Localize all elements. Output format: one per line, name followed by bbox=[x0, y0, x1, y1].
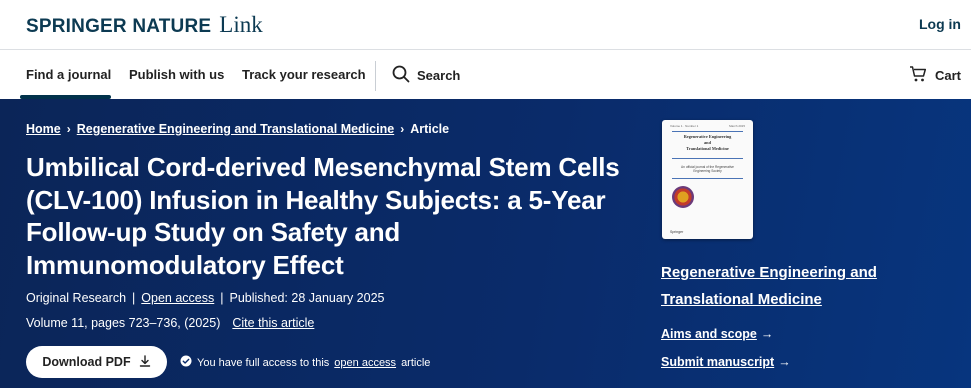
nav-track-research[interactable]: Track your research bbox=[242, 67, 366, 82]
meta-separator: | bbox=[220, 291, 224, 305]
cart-label: Cart bbox=[934, 68, 961, 83]
cover-subtitle: An official journal of the Regenerative … bbox=[681, 165, 734, 174]
breadcrumb-home[interactable]: Home bbox=[26, 122, 61, 136]
cart-icon bbox=[909, 65, 927, 86]
published-date: Published: 28 January 2025 bbox=[229, 291, 385, 305]
access-notice: You have full access to this open access… bbox=[180, 355, 430, 370]
cover-rule bbox=[672, 131, 743, 132]
open-access-link[interactable]: Open access bbox=[141, 291, 214, 305]
arrow-right-icon: → bbox=[760, 327, 774, 341]
cover-header-left: Volume 1 · Number 1 bbox=[670, 124, 699, 128]
logo-brand-text: SPRINGER NATURE bbox=[26, 16, 212, 37]
logo-product-text: Link bbox=[219, 12, 263, 37]
article-meta: Original Research | Open access | Publis… bbox=[26, 291, 385, 305]
search-button[interactable]: Search bbox=[392, 65, 460, 86]
article-type: Original Research bbox=[26, 291, 127, 305]
breadcrumb: Home › Regenerative Engineering and Tran… bbox=[26, 122, 449, 136]
nav-publish-with-us[interactable]: Publish with us bbox=[129, 67, 224, 82]
cart-button[interactable]: Cart bbox=[909, 65, 961, 86]
breadcrumb-current: Article bbox=[410, 122, 450, 136]
access-text: You have full access to this bbox=[197, 356, 330, 369]
search-label: Search bbox=[417, 68, 461, 83]
cover-title-line: Regenerative Engineering bbox=[683, 134, 732, 139]
cover-rule bbox=[672, 178, 743, 179]
chevron-right-icon: › bbox=[66, 122, 71, 136]
search-icon bbox=[392, 65, 410, 86]
check-circle-icon bbox=[180, 355, 192, 370]
download-pdf-label: Download PDF bbox=[42, 355, 131, 369]
download-icon bbox=[139, 354, 151, 370]
cover-publisher: Springer bbox=[670, 230, 684, 234]
article-citation-meta: Volume 11, pages 723–736, (2025) Cite th… bbox=[26, 316, 314, 330]
cover-header: Volume 1 · Number 1 March 2015 bbox=[670, 124, 745, 128]
login-link[interactable]: Log in bbox=[919, 16, 961, 32]
aims-scope-link[interactable]: Aims and scope → bbox=[661, 327, 773, 341]
society-seal-icon bbox=[672, 186, 694, 208]
aims-scope-label: Aims and scope bbox=[661, 327, 757, 341]
springer-nature-link-logo[interactable]: SPRINGER NATURE Link bbox=[26, 12, 263, 38]
submit-manuscript-link[interactable]: Submit manuscript → bbox=[661, 355, 791, 369]
submit-manuscript-label: Submit manuscript bbox=[661, 355, 775, 369]
cover-title-line: Translational Medicine bbox=[686, 145, 729, 151]
access-open-access-link[interactable]: open access bbox=[334, 357, 396, 369]
article-title: Umbilical Cord-derived Mesenchymal Stem … bbox=[26, 152, 620, 280]
cover-rule bbox=[672, 158, 743, 159]
download-pdf-button[interactable]: Download PDF bbox=[26, 346, 167, 378]
journal-cover-image[interactable]: Volume 1 · Number 1 March 2015 Regenerat… bbox=[662, 120, 753, 239]
chevron-right-icon: › bbox=[400, 122, 405, 136]
access-suffix: article bbox=[401, 356, 431, 369]
nav-divider bbox=[375, 61, 376, 91]
meta-separator: | bbox=[132, 291, 136, 305]
site-header: SPRINGER NATURE Link Log in bbox=[0, 0, 971, 50]
article-hero: Home › Regenerative Engineering and Tran… bbox=[0, 99, 971, 388]
volume-pages: Volume 11, pages 723–736, (2025) bbox=[26, 316, 221, 330]
breadcrumb-journal[interactable]: Regenerative Engineering and Translation… bbox=[77, 122, 394, 136]
cite-article-link[interactable]: Cite this article bbox=[232, 316, 314, 330]
arrow-right-icon: → bbox=[778, 355, 791, 369]
journal-name-link[interactable]: Regenerative Engineering and Translation… bbox=[661, 259, 961, 313]
cover-header-right: March 2015 bbox=[729, 124, 745, 128]
cover-title: Regenerative Engineering and Translation… bbox=[674, 134, 741, 151]
nav-find-journal[interactable]: Find a journal bbox=[26, 67, 111, 82]
main-nav: Find a journal Publish with us Track you… bbox=[0, 51, 971, 99]
